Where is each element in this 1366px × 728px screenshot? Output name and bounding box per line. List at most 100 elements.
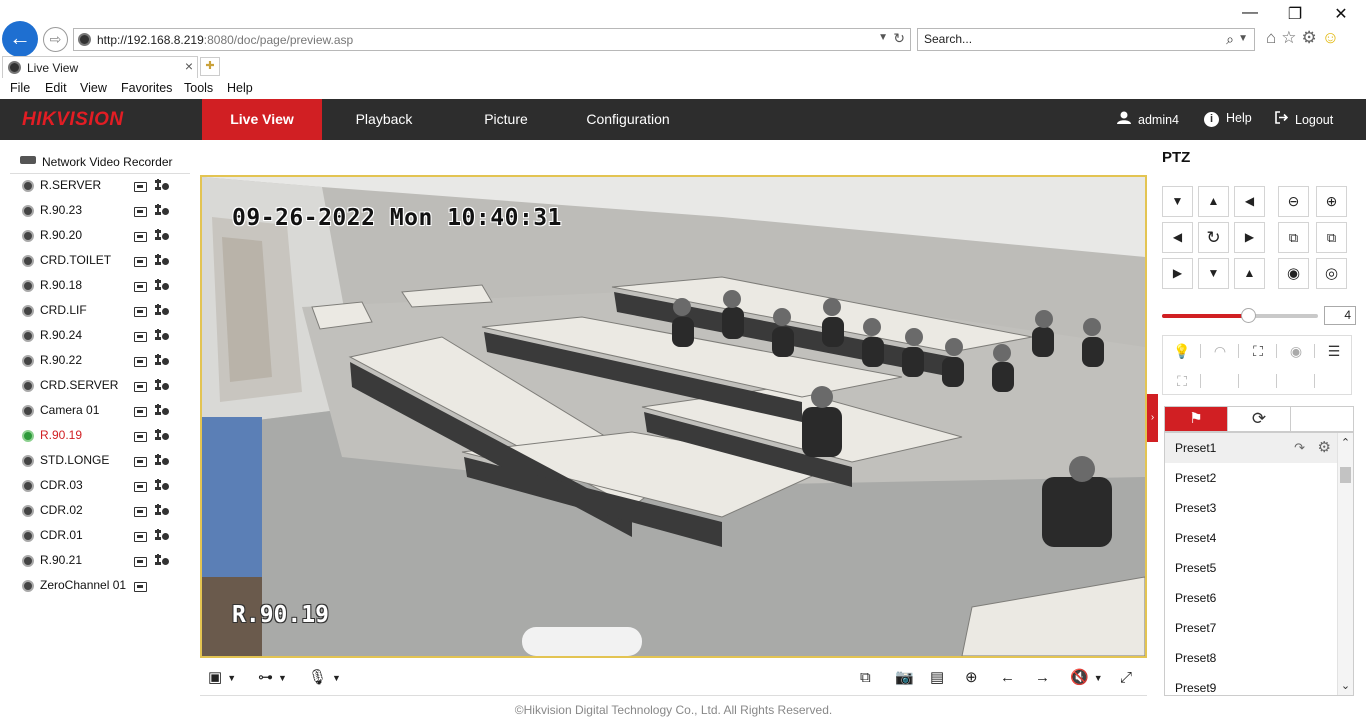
channel-row[interactable]: R.90.21 xyxy=(10,549,190,574)
stream-icon[interactable] xyxy=(155,229,169,243)
preset-item[interactable]: Preset4 xyxy=(1165,523,1353,553)
ptz-left-button[interactable]: ◀ xyxy=(1162,222,1193,253)
record-icon[interactable] xyxy=(134,332,147,342)
ptz-down-left-button[interactable]: ▶ xyxy=(1162,258,1193,289)
tab-presets[interactable]: ⚑ xyxy=(1165,407,1228,431)
more-menu-button[interactable]: ☰ xyxy=(1315,336,1353,366)
record-icon[interactable] xyxy=(134,257,147,267)
gear-icon[interactable]: ⚙ xyxy=(1302,28,1322,47)
restore-button[interactable]: ❐ xyxy=(1285,4,1305,24)
menu-favorites[interactable]: Favorites xyxy=(121,81,172,95)
channel-row[interactable]: R.90.23 xyxy=(10,199,190,224)
zoom-in-button[interactable]: ⊕ xyxy=(1316,186,1347,217)
channel-row[interactable]: CRD.SERVER xyxy=(10,374,190,399)
close-window-button[interactable]: ✕ xyxy=(1331,4,1351,24)
channel-row[interactable]: CDR.03 xyxy=(10,474,190,499)
search-box[interactable]: ⌕ ▼ xyxy=(917,28,1255,51)
record-icon[interactable] xyxy=(134,382,147,392)
tab-patterns[interactable] xyxy=(1291,407,1354,431)
record-button[interactable]: ▤ xyxy=(930,668,944,688)
stream-icon[interactable] xyxy=(155,429,169,443)
scrollbar-thumb[interactable] xyxy=(1340,467,1351,483)
gear-icon[interactable]: ⚙ xyxy=(1318,433,1331,463)
iris-close-button[interactable]: ◎ xyxy=(1316,258,1347,289)
ptz-up-button[interactable]: ▲ xyxy=(1198,186,1229,217)
channel-row[interactable]: STD.LONGE xyxy=(10,449,190,474)
stream-select-button[interactable]: ⊶ ▼ xyxy=(258,668,287,688)
slider-handle[interactable] xyxy=(1240,308,1256,323)
record-icon[interactable] xyxy=(134,282,147,292)
collapse-panel-button[interactable]: › xyxy=(1147,394,1158,442)
stream-icon[interactable] xyxy=(155,479,169,493)
browser-tab[interactable]: Live View × xyxy=(2,56,198,78)
record-icon[interactable] xyxy=(134,482,147,492)
stream-icon[interactable] xyxy=(155,279,169,293)
microphone-button[interactable]: 🎙 ▼ xyxy=(308,668,341,688)
fullscreen-button[interactable]: ⤢ xyxy=(1120,668,1132,688)
digital-zoom-button[interactable]: ⊕ xyxy=(965,668,978,688)
preset-item[interactable]: Preset8 xyxy=(1165,643,1353,673)
menu-file[interactable]: File xyxy=(10,81,30,95)
record-icon[interactable] xyxy=(134,307,147,317)
record-icon[interactable] xyxy=(134,207,147,217)
preset-item[interactable]: Preset9 xyxy=(1165,673,1353,695)
zoom-out-button[interactable]: ⊖ xyxy=(1278,186,1309,217)
record-icon[interactable] xyxy=(134,357,147,367)
close-icon[interactable]: × xyxy=(185,58,193,74)
lens-init-button[interactable]: ◉ xyxy=(1277,336,1315,366)
channel-row[interactable]: R.90.20 xyxy=(10,224,190,249)
live-video-window[interactable]: 09-26-2022 Mon 10:40:31 R.90.19 xyxy=(200,175,1147,658)
stream-icon[interactable] xyxy=(155,454,169,468)
record-icon[interactable] xyxy=(134,232,147,242)
preset-item[interactable]: Preset1 ↷ ⚙ xyxy=(1165,433,1353,463)
record-icon[interactable] xyxy=(134,407,147,417)
record-icon[interactable] xyxy=(134,182,147,192)
focus-far-button[interactable]: ⧉ xyxy=(1316,222,1347,253)
ptz-right-button[interactable]: ▶ xyxy=(1234,222,1265,253)
tab-configuration[interactable]: Configuration xyxy=(568,99,688,140)
record-icon[interactable] xyxy=(134,582,147,592)
channel-row[interactable]: R.90.18 xyxy=(10,274,190,299)
logout-link[interactable]: Logout xyxy=(1275,111,1333,127)
star-icon[interactable]: ☆ xyxy=(1281,28,1301,47)
tab-live-view[interactable]: Live View xyxy=(202,99,322,140)
help-link[interactable]: i Help xyxy=(1204,111,1252,127)
preset-scrollbar[interactable]: ⌃ ⌄ xyxy=(1337,433,1353,695)
stream-icon[interactable] xyxy=(155,404,169,418)
stream-icon[interactable] xyxy=(155,179,169,193)
chevron-up-icon[interactable]: ⌃ xyxy=(1338,436,1353,449)
tab-playback[interactable]: Playback xyxy=(324,99,444,140)
preset-item[interactable]: Preset2 xyxy=(1165,463,1353,493)
chevron-down-icon[interactable]: ▼ xyxy=(1238,33,1248,44)
search-icon[interactable]: ⌕ xyxy=(1226,31,1234,48)
forward-button[interactable]: ⇨ xyxy=(43,27,68,52)
back-button[interactable]: ← xyxy=(2,21,38,57)
menu-tools[interactable]: Tools xyxy=(184,81,213,95)
channel-row[interactable]: CRD.TOILET xyxy=(10,249,190,274)
channel-row[interactable]: R.90.19 xyxy=(10,424,190,449)
stream-icon[interactable] xyxy=(155,254,169,268)
light-button[interactable]: 💡 xyxy=(1163,336,1201,366)
tab-picture[interactable]: Picture xyxy=(446,99,566,140)
stream-icon[interactable] xyxy=(155,354,169,368)
channel-row[interactable]: CDR.01 xyxy=(10,524,190,549)
stream-icon[interactable] xyxy=(155,529,169,543)
channel-row[interactable]: R.90.24 xyxy=(10,324,190,349)
3d-positioning-button[interactable]: ⛶ xyxy=(1239,336,1277,366)
menu-edit[interactable]: Edit xyxy=(45,81,67,95)
channel-row[interactable]: R.90.22 xyxy=(10,349,190,374)
nvr-root[interactable]: Network Video Recorder xyxy=(10,148,190,174)
menu-help[interactable]: Help xyxy=(227,81,253,95)
window-layout-button[interactable]: ▣ ▼ xyxy=(208,668,236,688)
tab-patrols[interactable]: ⟳ xyxy=(1228,407,1291,431)
record-icon[interactable] xyxy=(134,557,147,567)
record-icon[interactable] xyxy=(134,432,147,442)
channel-row[interactable]: Camera 01 xyxy=(10,399,190,424)
call-preset-icon[interactable]: ↷ xyxy=(1294,433,1305,463)
preset-item[interactable]: Preset5 xyxy=(1165,553,1353,583)
stream-icon[interactable] xyxy=(155,554,169,568)
stream-icon[interactable] xyxy=(155,304,169,318)
preset-item[interactable]: Preset3 xyxy=(1165,493,1353,523)
preset-item[interactable]: Preset6 xyxy=(1165,583,1353,613)
channel-row[interactable]: R.SERVER xyxy=(10,174,190,199)
